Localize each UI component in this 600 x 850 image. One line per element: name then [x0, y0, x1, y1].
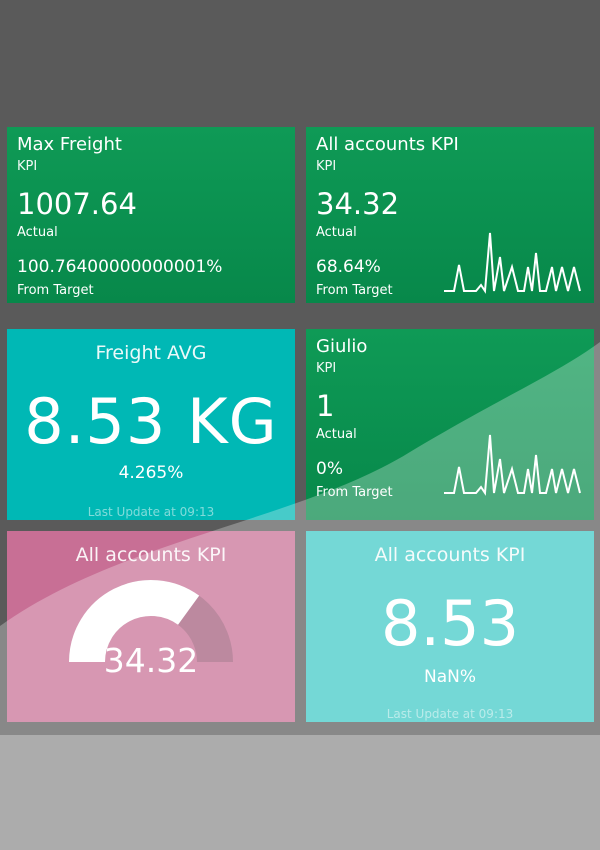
kpi-percent: NaN%	[423, 667, 476, 687]
target-label: From Target	[316, 283, 393, 298]
tile-title: Max Freight	[17, 134, 122, 155]
all-accounts-value-tile[interactable]: All accounts KPI 8.53 NaN% Last Update a…	[306, 531, 594, 722]
actual-value: 34.32	[316, 187, 400, 221]
actual-label: Actual	[17, 225, 58, 240]
kpi-value: 8.53	[380, 587, 520, 660]
tile-subtitle: KPI	[17, 159, 38, 174]
tile-title: All accounts KPI	[316, 134, 459, 155]
gauge-chart	[69, 580, 233, 663]
actual-value: 1	[316, 389, 335, 423]
all-accounts-gauge-tile[interactable]: All accounts KPI 34.32	[7, 531, 295, 722]
tile-title: Giulio	[316, 336, 368, 357]
tile-title: Freight AVG	[95, 342, 207, 364]
target-percent: 0%	[316, 459, 343, 479]
max-freight-tile[interactable]: Max Freight KPI 1007.64 Actual 100.76400…	[7, 127, 295, 303]
freight-avg-percent: 4.265%	[118, 463, 184, 483]
giulio-tile[interactable]: Giulio KPI 1 Actual 0% From Target	[306, 329, 594, 520]
target-label: From Target	[17, 283, 94, 298]
actual-value: 1007.64	[17, 187, 137, 221]
sparkline-chart	[444, 232, 581, 294]
sparkline-chart	[444, 434, 581, 496]
last-update-text: Last Update at 09:13	[386, 707, 514, 721]
freight-avg-value: 8.53 KG	[24, 385, 278, 458]
tile-subtitle: KPI	[316, 159, 337, 174]
actual-label: Actual	[316, 225, 357, 240]
actual-label: Actual	[316, 427, 357, 442]
freight-avg-tile[interactable]: Freight AVG 8.53 KG 4.265% Last Update a…	[7, 329, 295, 520]
last-update-text: Last Update at 09:13	[87, 505, 215, 519]
target-label: From Target	[316, 485, 393, 500]
target-percent: 68.64%	[316, 257, 381, 277]
target-percent: 100.76400000000001%	[17, 257, 223, 277]
gauge-value: 34.32	[103, 641, 199, 680]
footer-background	[0, 735, 600, 850]
all-accounts-kpi-tile[interactable]: All accounts KPI KPI 34.32 Actual 68.64%…	[306, 127, 594, 303]
tile-title: All accounts KPI	[374, 544, 526, 566]
tile-subtitle: KPI	[316, 361, 337, 376]
